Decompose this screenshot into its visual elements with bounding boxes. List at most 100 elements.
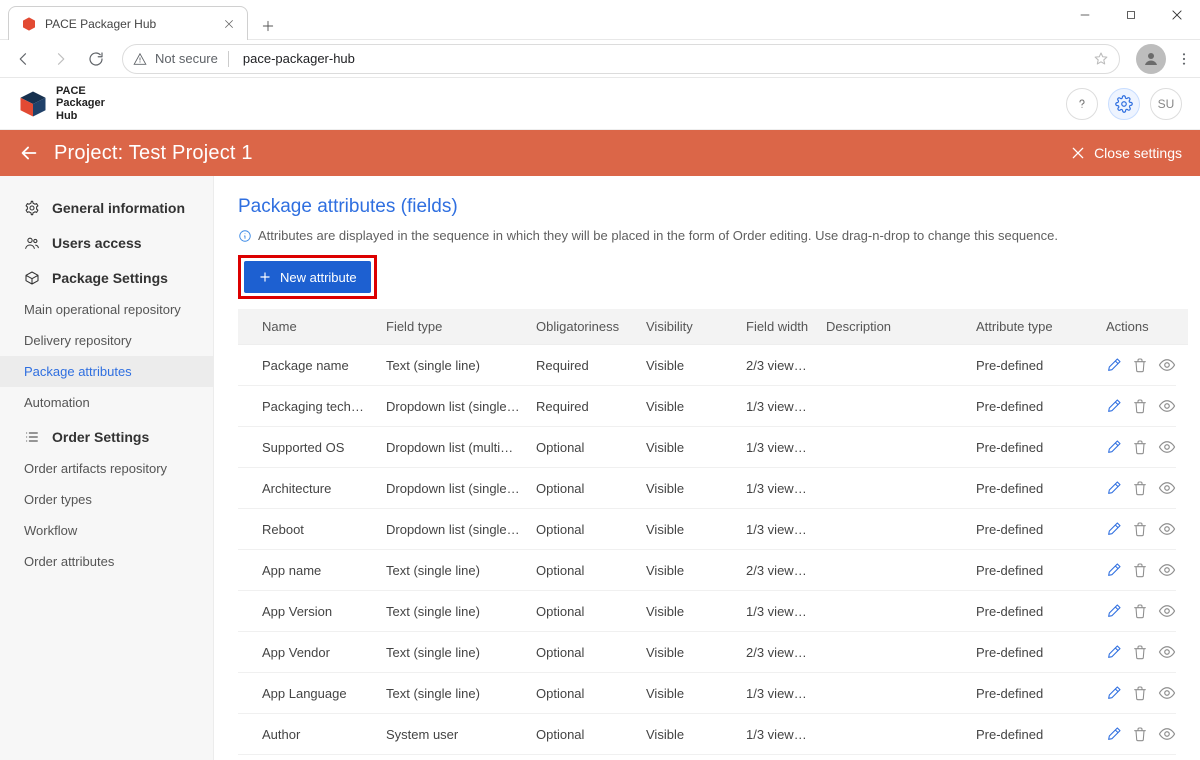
view-icon[interactable]	[1158, 397, 1176, 415]
table-scroll[interactable]: Package nameText (single line)RequiredVi…	[238, 345, 1176, 760]
nav-reload-button[interactable]	[80, 43, 112, 75]
project-back-button[interactable]	[18, 142, 40, 164]
delete-icon[interactable]	[1132, 644, 1148, 660]
brand[interactable]: PACE Packager Hub	[18, 85, 105, 121]
cell-name: App Vendor	[238, 632, 378, 673]
sidebar-group-0[interactable]: General information	[0, 190, 213, 224]
bookmark-star-icon[interactable]	[1093, 51, 1109, 67]
col-description[interactable]: Description	[818, 309, 968, 345]
nav-back-button[interactable]	[8, 43, 40, 75]
cell-actions	[1098, 427, 1176, 468]
sidebar-item-2-2[interactable]: Package attributes	[0, 356, 213, 387]
edit-icon[interactable]	[1106, 357, 1122, 373]
cell-type: Dropdown list (single c…	[378, 386, 528, 427]
not-secure-icon	[133, 52, 147, 66]
edit-icon[interactable]	[1106, 562, 1122, 578]
content: Package attributes (fields) Attributes a…	[214, 176, 1200, 760]
col-visibility[interactable]: Visibility	[638, 309, 738, 345]
col-field-width[interactable]: Field width	[738, 309, 818, 345]
settings-button[interactable]	[1108, 88, 1140, 120]
tab-close-icon[interactable]	[223, 18, 235, 30]
view-icon[interactable]	[1158, 561, 1176, 579]
delete-icon[interactable]	[1132, 480, 1148, 496]
col-attribute-type[interactable]: Attribute type	[968, 309, 1098, 345]
sidebar-item-2-0[interactable]: Main operational repository	[0, 294, 213, 325]
view-icon[interactable]	[1158, 479, 1176, 497]
table-row[interactable]: App VersionText (single line)OptionalVis…	[238, 591, 1176, 632]
edit-icon[interactable]	[1106, 521, 1122, 537]
new-attribute-button[interactable]: New attribute	[244, 261, 371, 293]
url-host: pace-packager-hub	[243, 51, 355, 66]
address-bar[interactable]: Not secure pace-packager-hub	[122, 44, 1120, 74]
help-button[interactable]	[1066, 88, 1098, 120]
browser-tab[interactable]: PACE Packager Hub	[8, 6, 248, 40]
view-icon[interactable]	[1158, 643, 1176, 661]
col-field-type[interactable]: Field type	[378, 309, 528, 345]
sidebar-item-3-0[interactable]: Order artifacts repository	[0, 453, 213, 484]
view-icon[interactable]	[1158, 520, 1176, 538]
col-name[interactable]: Name	[238, 309, 378, 345]
table-row[interactable]: Package nameText (single line)RequiredVi…	[238, 345, 1176, 386]
sidebar-group-1[interactable]: Users access	[0, 225, 213, 259]
cell-width: 1/3 view …	[738, 755, 818, 760]
edit-icon[interactable]	[1106, 685, 1122, 701]
edit-icon[interactable]	[1106, 726, 1122, 742]
sidebar-group-3[interactable]: Order Settings	[0, 419, 213, 453]
sidebar-item-2-1[interactable]: Delivery repository	[0, 325, 213, 356]
view-icon[interactable]	[1158, 684, 1176, 702]
cell-description	[818, 550, 968, 591]
table-row[interactable]: App VendorText (single line)OptionalVisi…	[238, 632, 1176, 673]
kebab-menu-icon[interactable]	[1176, 51, 1192, 67]
cell-type: System user	[378, 714, 528, 755]
sidebar-group-2[interactable]: Package Settings	[0, 260, 213, 294]
delete-icon[interactable]	[1132, 357, 1148, 373]
cell-actions	[1098, 632, 1176, 673]
window-maximize-button[interactable]	[1108, 0, 1154, 30]
table-row[interactable]: ArchitectureDropdown list (single c…Opti…	[238, 468, 1176, 509]
window-close-button[interactable]	[1154, 0, 1200, 30]
new-tab-button[interactable]	[254, 12, 282, 40]
table-row[interactable]: App nameText (single line)OptionalVisibl…	[238, 550, 1176, 591]
table-row[interactable]: Packaging technolo…Dropdown list (single…	[238, 386, 1176, 427]
sidebar-group-label: General information	[52, 200, 185, 216]
delete-icon[interactable]	[1132, 726, 1148, 742]
view-icon[interactable]	[1158, 356, 1176, 374]
profile-avatar-icon[interactable]	[1136, 44, 1166, 74]
edit-icon[interactable]	[1106, 644, 1122, 660]
table-row[interactable]: AuthorSystem userOptionalVisible1/3 view…	[238, 714, 1176, 755]
view-icon[interactable]	[1158, 438, 1176, 456]
cell-name: App Version	[238, 591, 378, 632]
sidebar-item-2-3[interactable]: Automation	[0, 387, 213, 418]
sidebar-item-3-3[interactable]: Order attributes	[0, 546, 213, 577]
cell-description	[818, 468, 968, 509]
view-icon[interactable]	[1158, 725, 1176, 743]
edit-icon[interactable]	[1106, 439, 1122, 455]
window-minimize-button[interactable]	[1062, 0, 1108, 30]
sidebar-item-3-2[interactable]: Workflow	[0, 515, 213, 546]
delete-icon[interactable]	[1132, 439, 1148, 455]
view-icon[interactable]	[1158, 602, 1176, 620]
cell-width: 1/3 view …	[738, 386, 818, 427]
col-obligatoriness[interactable]: Obligatoriness	[528, 309, 638, 345]
attributes-table: Name Field type Obligatoriness Visibilit…	[238, 309, 1188, 345]
table-row[interactable]: RebootDropdown list (single c…OptionalVi…	[238, 509, 1176, 550]
cell-actions	[1098, 386, 1176, 427]
user-badge[interactable]: SU	[1150, 88, 1182, 120]
table-row[interactable]: Supported OSDropdown list (multiple…Opti…	[238, 427, 1176, 468]
delete-icon[interactable]	[1132, 398, 1148, 414]
app-topbar: PACE Packager Hub SU	[0, 78, 1200, 130]
nav-forward-button[interactable]	[44, 43, 76, 75]
delete-icon[interactable]	[1132, 603, 1148, 619]
table-row[interactable]: App LanguageText (single line)OptionalVi…	[238, 673, 1176, 714]
edit-icon[interactable]	[1106, 603, 1122, 619]
close-settings-button[interactable]: Close settings	[1070, 145, 1182, 161]
cell-obligatoriness: Optional	[528, 632, 638, 673]
sidebar-item-3-1[interactable]: Order types	[0, 484, 213, 515]
delete-icon[interactable]	[1132, 685, 1148, 701]
delete-icon[interactable]	[1132, 562, 1148, 578]
table-row[interactable]: Creation DateDate—Visible, Disabl…1/3 vi…	[238, 755, 1176, 760]
edit-icon[interactable]	[1106, 480, 1122, 496]
window-title-bar: PACE Packager Hub	[0, 0, 1200, 40]
delete-icon[interactable]	[1132, 521, 1148, 537]
edit-icon[interactable]	[1106, 398, 1122, 414]
